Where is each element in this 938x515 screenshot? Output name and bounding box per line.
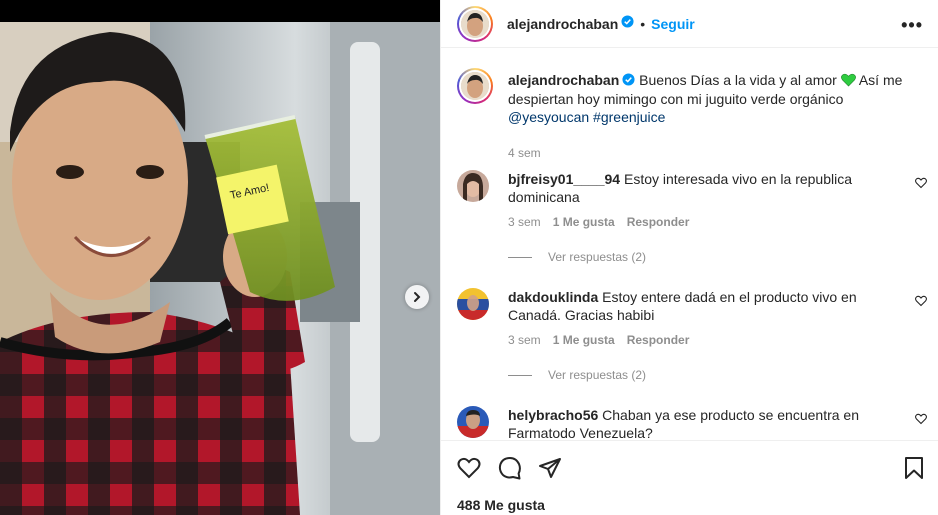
comment-bubble-icon <box>498 457 521 480</box>
next-photo-button[interactable] <box>405 285 429 309</box>
commenter-avatar[interactable] <box>457 406 489 438</box>
comment-likes[interactable]: 1 Me gusta <box>553 333 615 347</box>
author-username[interactable]: alejandrochaban <box>507 16 618 32</box>
avatar-face-icon <box>461 9 489 38</box>
comment-meta: 3 sem 1 Me gusta Responder <box>508 333 689 347</box>
avatar-face-icon <box>461 72 489 100</box>
likes-count[interactable]: 488 Me gusta <box>457 497 545 513</box>
post-header: alejandrochaban • Seguir ••• <box>441 0 938 48</box>
post-media: Te Amo! <box>0 0 440 515</box>
like-button[interactable] <box>457 456 481 485</box>
view-replies-label: Ver respuestas (2) <box>548 368 647 382</box>
like-comment-button[interactable] <box>915 294 927 312</box>
post-photo-illustration: Te Amo! <box>0 22 440 515</box>
mention-link[interactable]: @yesyoucan <box>508 109 589 125</box>
avatar-face-icon <box>457 288 489 320</box>
bookmark-icon <box>905 457 923 479</box>
reply-button[interactable]: Responder <box>627 333 690 347</box>
heart-icon <box>457 457 481 479</box>
avatar-face-icon <box>457 406 489 438</box>
replies-divider <box>508 374 532 376</box>
comment-timestamp[interactable]: 3 sem <box>508 215 541 229</box>
replies-divider <box>508 256 532 258</box>
like-comment-button[interactable] <box>915 412 927 430</box>
save-button[interactable] <box>903 456 925 485</box>
comment-likes[interactable]: 1 Me gusta <box>553 215 615 229</box>
share-button[interactable] <box>538 456 562 485</box>
reply-button[interactable]: Responder <box>627 215 690 229</box>
caption-text: alejandrochaban Buenos Días a la vida y … <box>508 71 918 126</box>
comment-timestamp[interactable]: 3 sem <box>508 333 541 347</box>
commenter-username[interactable]: helybracho56 <box>508 407 598 423</box>
follow-button[interactable]: Seguir <box>651 16 695 32</box>
post-side-panel: alejandrochaban • Seguir ••• alejandroch… <box>440 0 938 515</box>
green-heart-icon <box>840 72 856 88</box>
like-comment-button[interactable] <box>915 176 927 194</box>
post-photo: Te Amo! <box>0 22 440 515</box>
comment-text: bjfreisy01____94 Estoy interesada vivo e… <box>508 170 903 206</box>
view-replies-button[interactable]: Ver respuestas (2) <box>508 368 646 382</box>
comment-text: helybracho56 Chaban ya ese producto se e… <box>508 406 903 440</box>
chevron-right-icon <box>414 292 421 302</box>
comment-button[interactable] <box>498 456 522 485</box>
heart-outline-icon <box>915 413 927 425</box>
verified-badge-icon <box>622 72 635 90</box>
avatar-face-icon <box>457 170 489 202</box>
view-replies-button[interactable]: Ver respuestas (2) <box>508 250 646 264</box>
comment-meta: 3 sem 1 Me gusta Responder <box>508 215 689 229</box>
caption-body: Buenos Días a la vida y al amor <box>639 72 837 88</box>
heart-outline-icon <box>915 177 927 189</box>
commenter-username[interactable]: dakdouklinda <box>508 289 598 305</box>
commenter-avatar[interactable] <box>457 170 489 202</box>
heart-outline-icon <box>915 295 927 307</box>
caption-username[interactable]: alejandrochaban <box>508 72 619 88</box>
commenter-username[interactable]: bjfreisy01____94 <box>508 171 620 187</box>
view-replies-label: Ver respuestas (2) <box>548 250 647 264</box>
separator-dot: • <box>640 15 646 32</box>
caption-timestamp[interactable]: 4 sem <box>508 146 541 160</box>
post-actions: 488 Me gusta <box>441 440 938 515</box>
caption-author-avatar[interactable] <box>457 68 493 104</box>
commenter-avatar[interactable] <box>457 288 489 320</box>
hashtag-link[interactable]: #greenjuice <box>593 109 665 125</box>
comment-text: dakdouklinda Estoy entere dadá en el pro… <box>508 288 903 324</box>
more-options-button[interactable]: ••• <box>901 15 923 36</box>
verified-badge-icon <box>621 14 634 33</box>
author-avatar[interactable] <box>457 5 493 42</box>
paper-plane-icon <box>539 458 561 478</box>
comments-list[interactable]: alejandrochaban Buenos Días a la vida y … <box>441 54 938 440</box>
